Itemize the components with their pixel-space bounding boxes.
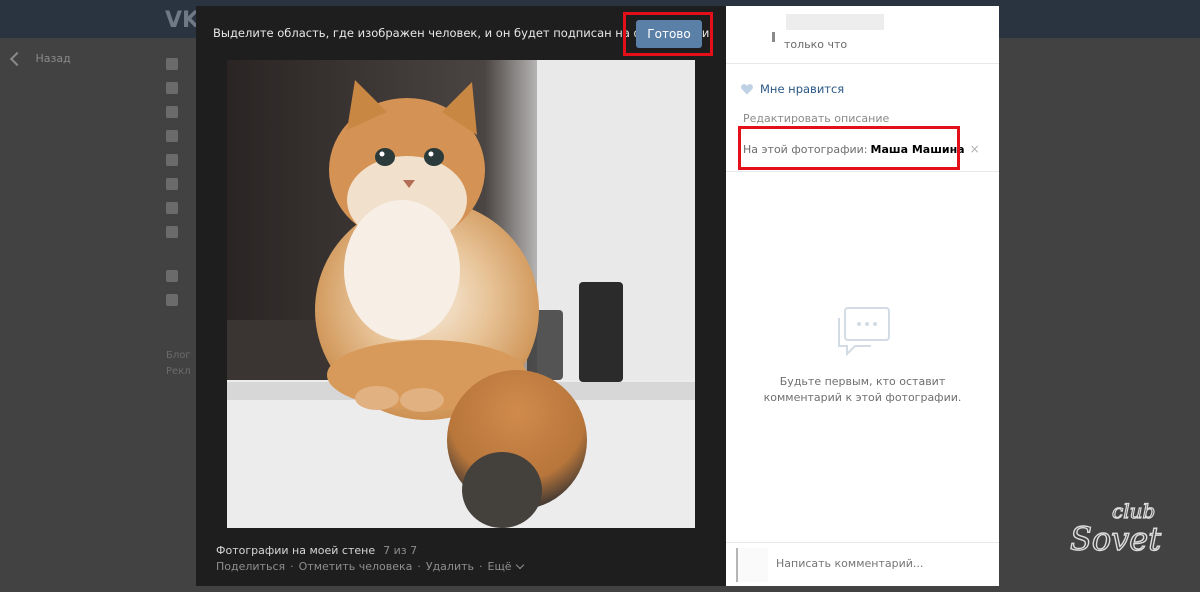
home-icon: [166, 58, 178, 70]
footer-links: Блог Рекл: [166, 348, 191, 380]
photo-viewer: Выделите область, где изображен человек,…: [196, 6, 726, 586]
cat-photo: [227, 60, 695, 528]
avatar: [736, 548, 768, 582]
vk-logo[interactable]: VK: [165, 8, 199, 33]
footer-link[interactable]: Рекл: [166, 364, 191, 380]
album-link[interactable]: Фотографии на моей стене: [216, 544, 375, 557]
post-time: только что: [784, 38, 848, 51]
like-label: Мне нравится: [760, 82, 845, 96]
nav-item[interactable]: [166, 172, 196, 196]
like-button[interactable]: Мне нравится: [740, 82, 844, 96]
photos-icon: [166, 178, 178, 190]
left-nav: [166, 52, 196, 312]
footer-link[interactable]: Блог: [166, 348, 191, 364]
back-link[interactable]: Назад: [9, 51, 71, 67]
watermark-bottom: Sovet: [1070, 520, 1161, 558]
author-name[interactable]: [786, 14, 884, 30]
photo-image[interactable]: [227, 60, 695, 528]
videos-icon: [166, 226, 178, 238]
nav-item[interactable]: [166, 148, 196, 172]
edit-description-link[interactable]: Редактировать описание: [743, 112, 889, 125]
comment-input[interactable]: [776, 557, 976, 570]
share-link[interactable]: Поделиться: [216, 560, 285, 573]
tag-person-link[interactable]: Отметить человека: [299, 560, 413, 573]
tagging-bar: Выделите область, где изображен человек,…: [196, 6, 726, 58]
empty-comments-text: Будьте первым, кто оставит комментарий к…: [763, 375, 962, 404]
more-link[interactable]: Ещё: [487, 560, 524, 573]
nav-item[interactable]: [166, 196, 196, 220]
done-button[interactable]: Готово: [636, 20, 702, 48]
chevron-down-icon: [515, 560, 524, 570]
comment-bar: [726, 542, 999, 586]
tagged-person-link[interactable]: Маша Машина: [871, 143, 965, 156]
comments-icon: [838, 307, 890, 356]
messages-icon: [166, 106, 178, 118]
more-label: Ещё: [487, 560, 512, 573]
tagged-people-row: На этой фотографии: Маша Машина ×: [743, 142, 980, 156]
photo-position: 7 из 7: [383, 544, 418, 557]
author-avatar[interactable]: [772, 32, 775, 42]
nav-item[interactable]: [166, 288, 196, 312]
photo-actions: Поделиться · Отметить человека · Удалить · Ещё: [216, 560, 524, 573]
music-icon: [166, 202, 178, 214]
back-label: Назад: [35, 52, 71, 65]
bookmarks-icon: [166, 270, 178, 282]
watermark-logo: club Sovet: [1069, 498, 1162, 558]
heart-icon: [741, 84, 753, 95]
on-photo-label: На этой фотографии:: [743, 142, 868, 156]
divider: [726, 63, 999, 64]
nav-item[interactable]: [166, 124, 196, 148]
documents-icon: [166, 294, 178, 306]
photo-side-panel: только что Мне нравится Редактировать оп…: [726, 6, 999, 586]
delete-link[interactable]: Удалить: [426, 560, 474, 573]
groups-icon: [166, 154, 178, 166]
friends-icon: [166, 130, 178, 142]
nav-item[interactable]: [166, 220, 196, 244]
nav-item[interactable]: [166, 52, 196, 76]
back-arrow-icon: [9, 51, 25, 67]
divider: [726, 171, 999, 172]
nav-item[interactable]: [166, 100, 196, 124]
remove-tag-icon[interactable]: ×: [970, 142, 980, 156]
nav-item[interactable]: [166, 76, 196, 100]
news-icon: [166, 82, 178, 94]
photo-meta: Фотографии на моей стене 7 из 7: [216, 544, 417, 557]
nav-item[interactable]: [166, 264, 196, 288]
